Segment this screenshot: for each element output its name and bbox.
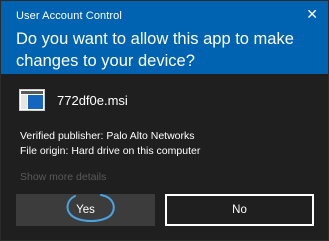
- verified-publisher: Verified publisher: Palo Alto Networks: [20, 130, 195, 142]
- yes-button-label: Yes: [76, 204, 95, 216]
- show-more-details-link[interactable]: Show more details: [20, 171, 106, 183]
- dialog-header: User Account Control ✕ Do you want to al…: [1, 1, 328, 74]
- file-origin: File origin: Hard drive on this computer: [20, 144, 201, 157]
- prompt-question: Do you want to allow this app to make ch…: [16, 30, 294, 70]
- yes-button[interactable]: Yes: [16, 194, 155, 226]
- dialog-title: User Account Control: [16, 10, 122, 22]
- uac-dialog: User Account Control ✕ Do you want to al…: [0, 0, 329, 241]
- no-button-label: No: [232, 204, 247, 216]
- publisher-details: Verified publisher: Palo Alto Networks F…: [20, 129, 200, 158]
- msi-installer-icon: [19, 89, 45, 111]
- close-icon[interactable]: ✕: [306, 6, 318, 22]
- no-button[interactable]: No: [165, 194, 314, 226]
- file-name: 772df0e.msi: [57, 93, 128, 108]
